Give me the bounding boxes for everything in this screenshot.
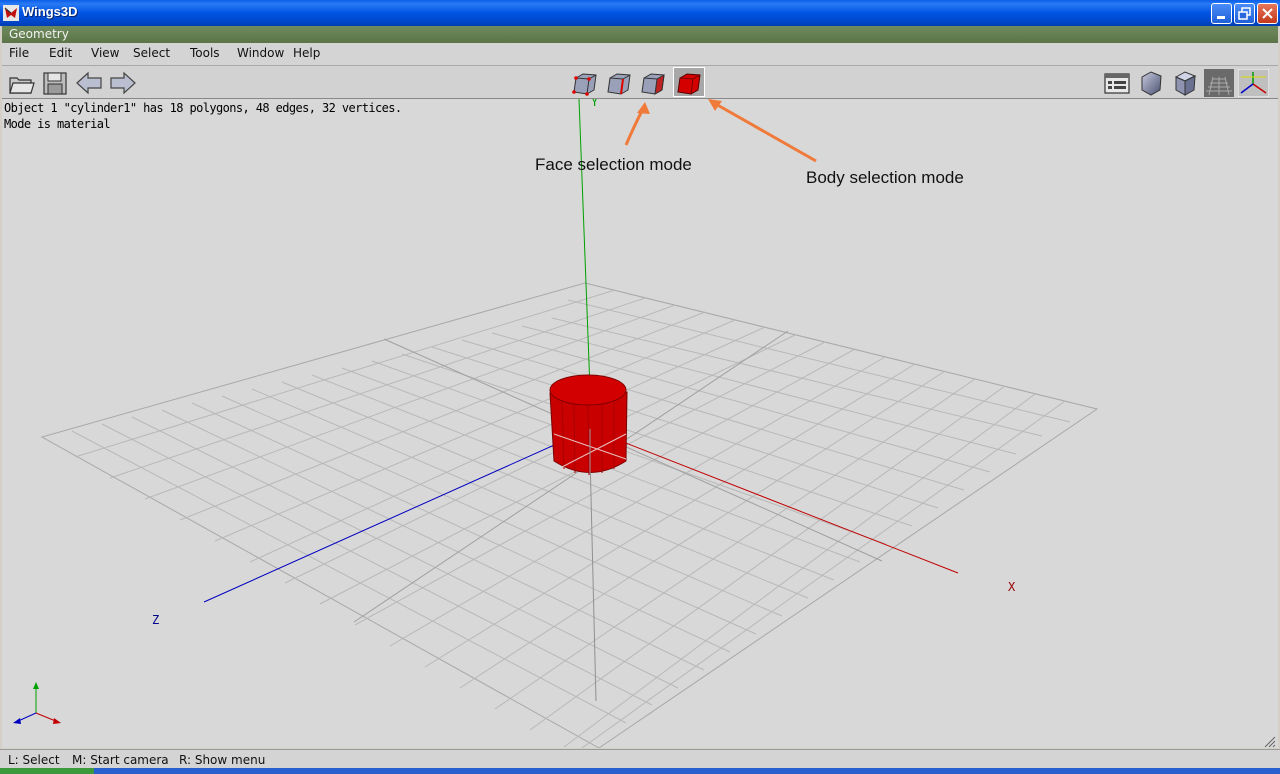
y-axis-label: Y xyxy=(591,99,599,109)
undo-arrow-icon xyxy=(76,71,102,95)
redo-arrow-icon xyxy=(110,71,136,95)
geometry-window-bar[interactable]: Geometry xyxy=(2,26,1278,43)
menu-tools[interactable]: Tools xyxy=(190,46,220,60)
face-mode-button[interactable] xyxy=(639,69,667,97)
menu-view[interactable]: View xyxy=(91,46,119,60)
undo-button[interactable] xyxy=(75,69,103,97)
geometry-title: Geometry xyxy=(9,27,69,41)
x-axis-line xyxy=(589,428,959,574)
smooth-shading-button[interactable] xyxy=(1137,69,1165,97)
outliner-icon xyxy=(1104,73,1130,94)
window-title: Wings3D xyxy=(22,4,78,19)
os-taskbar xyxy=(0,768,1280,774)
axes-icon xyxy=(1238,69,1269,97)
flat-shading-button[interactable] xyxy=(1171,69,1199,97)
body-annotation-arrow xyxy=(708,99,817,163)
open-folder-button[interactable] xyxy=(7,69,35,97)
body-mode-button[interactable] xyxy=(675,69,703,97)
redo-button[interactable] xyxy=(109,69,137,97)
axis-gizmo xyxy=(13,682,61,724)
start-button[interactable] xyxy=(0,768,94,774)
ground-grid xyxy=(40,282,1099,748)
status-left-select: L: Select xyxy=(8,753,60,767)
vertex-mode-button[interactable] xyxy=(571,69,599,97)
menu-select[interactable]: Select xyxy=(133,46,170,60)
open-folder-icon xyxy=(9,77,35,94)
toolbar xyxy=(2,66,1278,99)
scene-canvas[interactable] xyxy=(2,99,1278,748)
menu-help[interactable]: Help xyxy=(293,46,320,60)
cylinder-object[interactable] xyxy=(549,374,628,476)
groundplane-icon xyxy=(1204,69,1234,97)
status-bar: L: Select M: Start camera R: Show menu xyxy=(0,749,1280,769)
restore-button[interactable] xyxy=(1234,3,1255,24)
face-annotation-arrow xyxy=(624,102,650,146)
window-titlebar[interactable]: Wings3D xyxy=(0,0,1280,26)
axes-button[interactable] xyxy=(1238,69,1269,97)
smooth-shading-icon xyxy=(1141,71,1162,96)
wings3d-app-icon xyxy=(3,5,19,21)
resize-grip-icon[interactable] xyxy=(1264,736,1276,748)
body-selection-annotation: Body selection mode xyxy=(806,168,964,187)
save-button[interactable] xyxy=(41,69,69,97)
menu-file[interactable]: File xyxy=(9,46,29,60)
body-mode-icon xyxy=(677,73,701,95)
z-axis-line xyxy=(203,428,591,603)
menu-edit[interactable]: Edit xyxy=(49,46,72,60)
geometry-viewport[interactable]: Object 1 "cylinder1" has 18 polygons, 48… xyxy=(2,99,1278,748)
save-disk-icon xyxy=(43,72,67,95)
minimize-button[interactable] xyxy=(1211,3,1232,24)
edge-mode-button[interactable] xyxy=(605,69,633,97)
object-info-text: Object 1 "cylinder1" has 18 polygons, 48… xyxy=(4,101,402,115)
restore-icon xyxy=(1238,7,1251,20)
face-selection-annotation: Face selection mode xyxy=(535,155,692,174)
status-right-menu: R: Show menu xyxy=(179,753,266,767)
close-icon xyxy=(1262,8,1273,19)
minimize-icon xyxy=(1217,16,1225,19)
groundplane-button[interactable] xyxy=(1204,69,1234,97)
mode-info-text: Mode is material xyxy=(4,117,111,131)
x-axis-label: X xyxy=(1008,580,1016,594)
close-button[interactable] xyxy=(1257,3,1278,24)
vertex-mode-icon xyxy=(572,73,597,96)
menu-window[interactable]: Window xyxy=(237,46,284,60)
edge-mode-icon xyxy=(607,73,631,95)
flat-shading-icon xyxy=(1174,71,1197,96)
z-axis-label: Z xyxy=(152,613,160,627)
menu-bar: File Edit View Select Tools Window Help xyxy=(2,43,1278,66)
outliner-button[interactable] xyxy=(1103,69,1131,97)
face-mode-icon xyxy=(641,73,665,95)
status-middle-camera: M: Start camera xyxy=(72,753,169,767)
y-axis-line xyxy=(578,99,591,390)
